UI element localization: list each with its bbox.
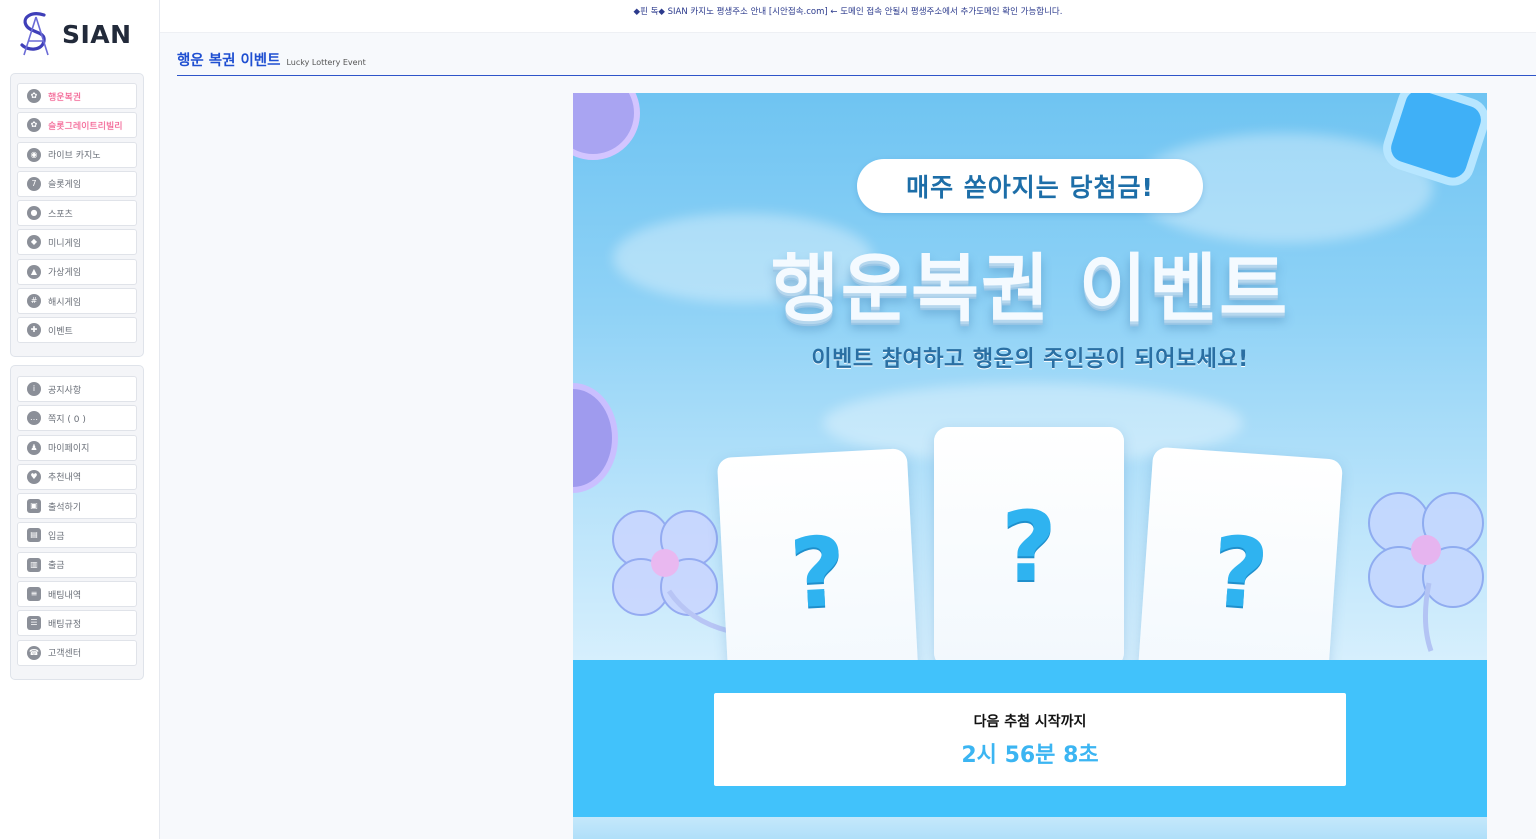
mini-game-icon: ◆ — [27, 235, 41, 250]
sidebar-item-label: 슬롯그레이트리빌리 — [48, 121, 123, 132]
sidebar-item-label: 미니게임 — [48, 238, 82, 249]
sidebar-item-calendar[interactable]: ▣ 출석하기 — [17, 493, 137, 520]
support-icon: ☎ — [27, 645, 41, 660]
info-icon: i — [27, 382, 41, 396]
slot-icon: 7 — [27, 176, 41, 191]
sidebar-item-wallet-out[interactable]: ▥ 출금 — [17, 551, 137, 578]
coin-icon — [573, 93, 640, 160]
sidebar-item-hash-game[interactable]: # 해시게임 — [17, 288, 137, 315]
banner-headline: 행운복권 이벤트 — [770, 246, 1290, 332]
calendar-icon: ▣ — [27, 499, 41, 514]
countdown-section: 다음 추첨 시작까지 2시 56분 8초 — [573, 660, 1487, 817]
sidebar-item-heart[interactable]: ♥ 추천내역 — [17, 463, 137, 490]
page-title-text: 행운 복권 이벤트 — [177, 53, 281, 69]
main-content: 행운 복권 이벤트 Lucky Lottery Event 매주 쏟아지는 당첨… — [161, 34, 1536, 839]
title-divider — [177, 75, 1536, 76]
sidebar-item-label: 추천내역 — [48, 473, 82, 484]
sidebar-item-label: 고객센터 — [48, 649, 82, 660]
virtual-game-icon: ▲ — [27, 264, 41, 279]
heart-icon: ♥ — [27, 469, 41, 484]
sidebar-item-label: 라이브 카지노 — [48, 151, 101, 162]
gift-icon: ✚ — [27, 323, 41, 338]
sidebar-item-gift[interactable]: ✚ 이벤트 — [17, 317, 137, 344]
wallet-out-icon: ▥ — [27, 557, 41, 572]
document-icon: ≡ — [27, 587, 41, 602]
sian-logo-icon — [20, 12, 49, 56]
lottery-card-1[interactable]: ? — [716, 448, 920, 660]
app-root: SIAN ✿ 행운복권 ✿ 슬롯그레이트리빌리 ◉ 라이브 카지노 7 슬롯게임 ● 스포츠 ◆ 미니… — [0, 0, 1536, 839]
pill-text: 매주 쏟아지는 당첨금! — [906, 173, 1154, 202]
coin-icon — [573, 383, 618, 493]
sidebar-item-support[interactable]: ☎ 고객센터 — [17, 639, 137, 666]
sidebar-item-label: 슬롯게임 — [48, 180, 82, 191]
card-question-mark: ? — [787, 515, 849, 631]
page-subtitle: Lucky Lottery Event — [286, 58, 366, 67]
sidebar-item-label: 마이페이지 — [48, 444, 90, 455]
card-question-mark: ? — [1001, 491, 1057, 603]
weekly-prize-pill: 매주 쏟아지는 당첨금! — [857, 159, 1203, 213]
sidebar-item-label: 출석하기 — [48, 502, 82, 513]
card-question-mark: ? — [1208, 515, 1272, 631]
notice-text: ◆핀 독◆ SIAN 카지노 평생주소 안내 [시안접속.com] ← 도메인 … — [633, 7, 1063, 17]
soccer-icon: ● — [27, 206, 41, 221]
sidebar-item-mini-game[interactable]: ◆ 미니게임 — [17, 229, 137, 256]
gem-icon — [1383, 93, 1487, 186]
lottery-banner: 매주 쏟아지는 당첨금! 행운복권 이벤트 이벤트 참여하고 행운의 주인공이 … — [573, 93, 1487, 660]
sidebar-item-document[interactable]: ≡ 배팅내역 — [17, 581, 137, 608]
lottery-card-2[interactable]: ? — [934, 427, 1124, 660]
countdown-label: 다음 추첨 시작까지 — [973, 714, 1087, 730]
sidebar-game-menu: ✿ 행운복권 ✿ 슬롯그레이트리빌리 ◉ 라이브 카지노 7 슬롯게임 ● 스포츠 ◆ 미니게임 ▲ 가상… — [10, 73, 144, 357]
banner-subline: 이벤트 참여하고 행운의 주인공이 되어보세요! — [811, 347, 1249, 372]
lottery-card-3[interactable]: ? — [1136, 446, 1344, 660]
sidebar-item-label: 행운복권 — [48, 92, 82, 103]
sidebar-item-label: 배팅내역 — [48, 590, 82, 601]
sidebar-item-label: 이벤트 — [48, 326, 73, 337]
logo[interactable]: SIAN — [14, 8, 132, 58]
sidebar-item-clover[interactable]: ✿ 행운복권 — [17, 83, 137, 109]
sidebar-item-label: 배팅규정 — [48, 619, 82, 630]
sidebar-item-chip[interactable]: ◉ 라이브 카지노 — [17, 141, 137, 168]
sidebar-item-soccer[interactable]: ● 스포츠 — [17, 200, 137, 227]
sidebar-item-wallet[interactable]: ▤ 입금 — [17, 522, 137, 549]
countdown-time: 2시 56분 8초 — [961, 743, 1099, 768]
rules-icon: ☰ — [27, 616, 41, 631]
sidebar-item-label: 가상게임 — [48, 268, 82, 279]
hash-game-icon: # — [27, 294, 41, 309]
sidebar-item-rules[interactable]: ☰ 배팅규정 — [17, 610, 137, 637]
sidebar-item-label: 스포츠 — [48, 209, 73, 220]
top-notice: ◆핀 독◆ SIAN 카지노 평생주소 안내 [시안접속.com] ← 도메인 … — [160, 0, 1536, 33]
sidebar-item-slot[interactable]: 7 슬롯게임 — [17, 170, 137, 197]
next-section-preview — [573, 817, 1487, 839]
sidebar-item-label: 해시게임 — [48, 297, 82, 308]
countdown-box: 다음 추첨 시작까지 2시 56분 8초 — [714, 693, 1346, 786]
sidebar-item-label: 입금 — [48, 531, 65, 542]
sidebar: SIAN ✿ 행운복권 ✿ 슬롯그레이트리빌리 ◉ 라이브 카지노 7 슬롯게임 ● 스포츠 ◆ 미니… — [0, 0, 160, 839]
user-icon: ♟ — [27, 440, 41, 455]
wallet-icon: ▤ — [27, 528, 41, 543]
message-icon: … — [27, 411, 41, 426]
sidebar-item-virtual-game[interactable]: ▲ 가상게임 — [17, 258, 137, 285]
clover-icon: ✿ — [27, 89, 41, 103]
clover-icon — [1368, 492, 1484, 652]
clover-icon: ✿ — [27, 118, 41, 133]
sidebar-item-message[interactable]: … 쪽지 ( 0 ) — [17, 405, 137, 432]
page-title: 행운 복권 이벤트 Lucky Lottery Event — [177, 49, 366, 70]
sidebar-item-label: 출금 — [48, 561, 65, 572]
sidebar-item-clover[interactable]: ✿ 슬롯그레이트리빌리 — [17, 112, 137, 139]
logo-text: SIAN — [62, 19, 132, 49]
sidebar-account-menu: i 공지사항 … 쪽지 ( 0 ) ♟ 마이페이지 ♥ 추천내역 ▣ 출석하기 ▤ 입금 ▥ 출금 ≡ 배팅내… — [10, 365, 144, 680]
chip-icon: ◉ — [27, 147, 41, 162]
sidebar-item-user[interactable]: ♟ 마이페이지 — [17, 434, 137, 461]
sidebar-item-label: 쪽지 ( 0 ) — [48, 414, 86, 425]
sidebar-item-info[interactable]: i 공지사항 — [17, 376, 137, 402]
sidebar-item-label: 공지사항 — [48, 385, 82, 396]
